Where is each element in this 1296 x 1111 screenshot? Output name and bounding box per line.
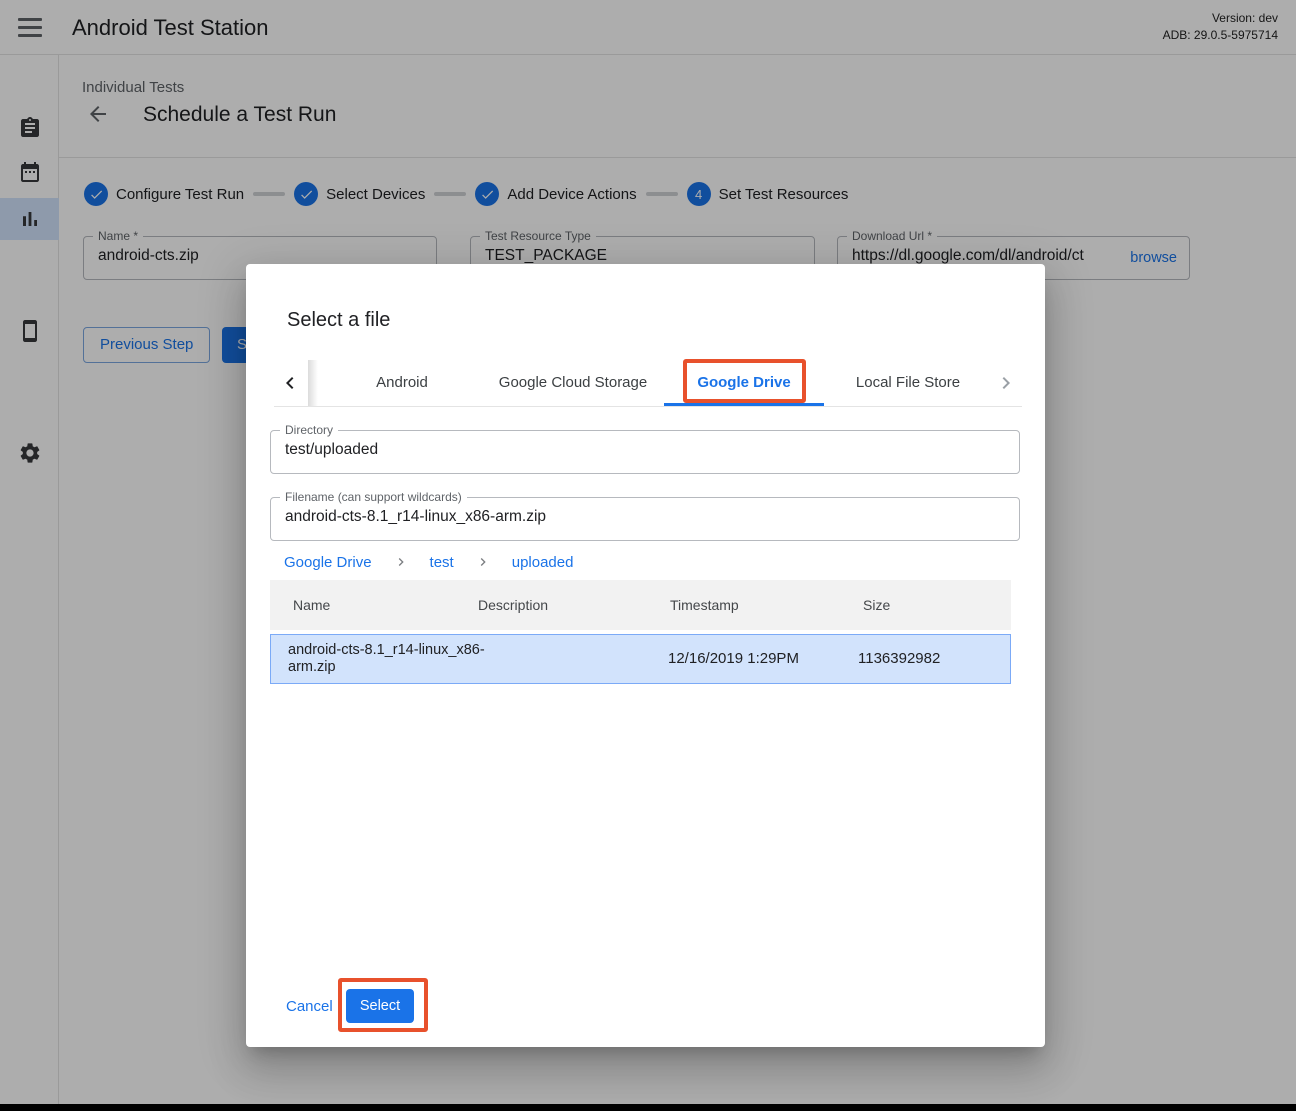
file-table-header: Name Description Timestamp Size <box>270 580 1011 630</box>
dialog-title: Select a file <box>287 309 390 332</box>
column-header-size: Size <box>863 580 890 630</box>
column-header-description: Description <box>478 580 548 630</box>
chevron-right-icon <box>393 554 409 570</box>
breadcrumb-uploaded[interactable]: uploaded <box>512 554 574 571</box>
file-size-cell: 1136392982 <box>858 635 940 683</box>
select-file-dialog: Select a file Android Google Cloud Stora… <box>246 264 1045 1047</box>
breadcrumb: Google Drive test uploaded <box>284 552 573 572</box>
file-timestamp-cell: 12/16/2019 1:29PM <box>668 635 799 683</box>
active-tab-ink-bar <box>664 403 824 406</box>
filename-label: Filename (can support wildcards) <box>280 491 467 504</box>
breadcrumb-google-drive[interactable]: Google Drive <box>284 554 372 571</box>
tab-google-cloud-storage[interactable]: Google Cloud Storage <box>486 360 660 406</box>
tab-local-file-store[interactable]: Local File Store <box>828 360 988 406</box>
breadcrumb-test[interactable]: test <box>430 554 454 571</box>
filename-field[interactable]: Filename (can support wildcards) <box>270 497 1020 541</box>
file-row-selected[interactable]: android-cts-8.1_r14-linux_x86-arm.zip 12… <box>270 634 1011 684</box>
directory-label: Directory <box>280 424 338 437</box>
chevron-right-icon[interactable] <box>994 371 1018 395</box>
column-header-name: Name <box>293 580 330 630</box>
tab-bottom-border <box>274 406 1022 407</box>
filename-input[interactable] <box>285 508 1005 526</box>
tab-google-drive[interactable]: Google Drive <box>660 360 828 406</box>
cancel-button[interactable]: Cancel <box>286 998 333 1015</box>
file-name-cell: android-cts-8.1_r14-linux_x86-arm.zip <box>288 635 493 683</box>
column-header-timestamp: Timestamp <box>670 580 739 630</box>
chevron-left-icon[interactable] <box>278 371 302 395</box>
directory-field[interactable]: Directory <box>270 430 1020 474</box>
chevron-right-icon <box>475 554 491 570</box>
bottom-bar <box>0 1104 1296 1111</box>
tab-android[interactable]: Android <box>318 360 486 406</box>
android-test-station-screen: Android Test Station Version: dev ADB: 2… <box>0 0 1296 1111</box>
select-button[interactable]: Select <box>346 989 414 1023</box>
directory-input[interactable] <box>285 441 1005 459</box>
tab-scroll-shadow <box>308 360 318 406</box>
